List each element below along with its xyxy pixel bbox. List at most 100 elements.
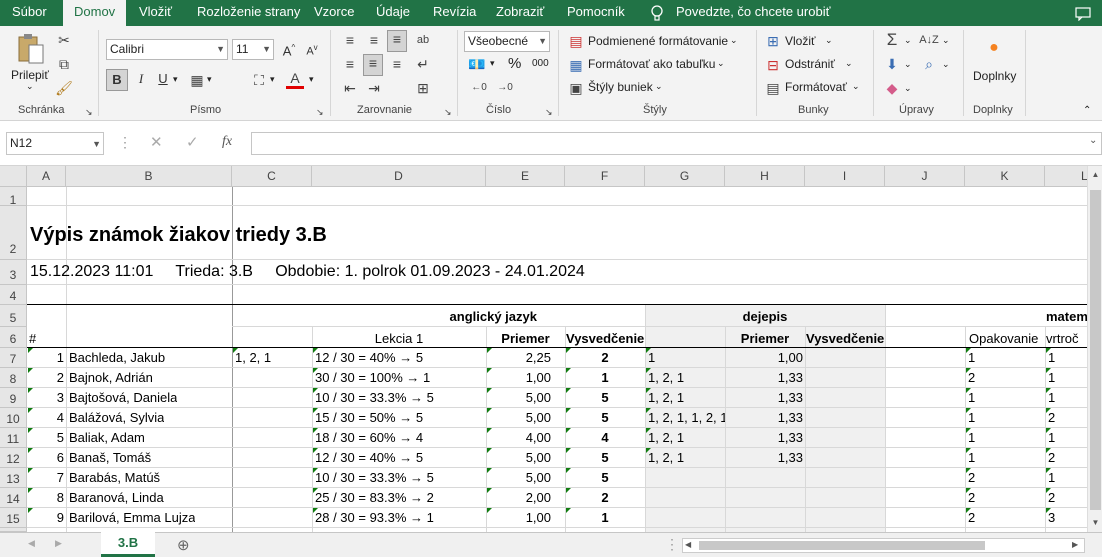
wrap-text-icon[interactable]: ↵ (414, 56, 432, 72)
english-average[interactable]: 1,00 (486, 509, 565, 527)
column-header[interactable]: E (486, 166, 565, 187)
column-header[interactable]: K (965, 166, 1045, 187)
sheet-subtitle[interactable]: 15.12.2023 11:01 Trieda: 3.B Obdobie: 1.… (30, 262, 585, 282)
lesson-score[interactable]: 18 / 30 = 60% → 4 (315, 429, 423, 447)
copy-icon[interactable]: ⧉ (55, 56, 73, 72)
math-repetition[interactable]: 1 (968, 409, 975, 427)
math-repetition[interactable]: 2 (968, 469, 975, 487)
student-name[interactable]: Barabás, Matúš (69, 469, 160, 487)
math-quarter[interactable]: 1 (1048, 429, 1055, 447)
column-header[interactable]: H (725, 166, 805, 187)
fill-chevron-icon[interactable]: ⌄ (904, 59, 912, 70)
cell-styles-icon[interactable]: ▣ (568, 80, 584, 96)
number-header[interactable]: # (29, 330, 36, 348)
delete-cells-icon[interactable]: ⊟ (765, 57, 781, 73)
history-average[interactable]: 1,33 (725, 369, 805, 387)
scroll-up-icon[interactable]: ▲ (1090, 170, 1101, 179)
history-grades[interactable]: 1, 2, 1, 1, 2, 1 (648, 409, 725, 427)
sort-filter-icon[interactable]: A↓Z (919, 32, 939, 48)
lesson-score[interactable]: 25 / 30 = 83.3% → 2 (315, 489, 434, 507)
row-header[interactable]: 5 (0, 305, 27, 327)
math-quarter[interactable]: 1 (1048, 469, 1055, 487)
english-report-grade[interactable]: 5 (565, 409, 645, 427)
repetition-header[interactable]: Opakovanie (969, 330, 1045, 348)
math-quarter[interactable]: 2 (1048, 409, 1055, 427)
history-average[interactable]: 1,33 (725, 389, 805, 407)
column-header[interactable]: I (805, 166, 885, 187)
english-average[interactable]: 5,00 (486, 469, 565, 487)
increase-indent-icon[interactable]: ⇥ (364, 80, 384, 96)
delete-chevron-icon[interactable]: ⌄ (845, 58, 853, 69)
increase-decimal-icon[interactable]: ←0 (468, 80, 490, 96)
enter-check-icon[interactable]: ✓ (186, 133, 199, 151)
lesson-score[interactable]: 30 / 30 = 100% → 1 (315, 369, 430, 387)
row-header[interactable]: 3 (0, 260, 27, 285)
history-grades[interactable]: 1, 2, 1 (648, 389, 725, 407)
sheet-title[interactable]: Výpis známok žiakov triedy 3.B (30, 222, 327, 248)
next-sheet-icon[interactable]: ▶ (55, 538, 62, 549)
student-name[interactable]: Baliak, Adam (69, 429, 145, 447)
math-quarter[interactable]: 2 (1048, 489, 1055, 507)
paste-dropdown-chevron-icon[interactable]: ⌄ (26, 81, 34, 92)
student-number[interactable]: 3 (27, 389, 66, 407)
column-header[interactable]: G (645, 166, 725, 187)
format-cells-button[interactable]: Formátovať (785, 80, 847, 94)
row-header[interactable]: 1 (0, 187, 27, 207)
student-number[interactable]: 7 (27, 469, 66, 487)
english-report-grade[interactable]: 4 (565, 429, 645, 447)
select-all-corner[interactable] (0, 166, 27, 187)
table-chevron-icon[interactable]: ⌄ (717, 58, 725, 69)
number-format-box[interactable]: Všeobecné ▼ (464, 31, 550, 52)
paste-icon[interactable] (14, 32, 48, 68)
math-quarter[interactable]: 1 (1048, 349, 1055, 367)
increase-font-icon[interactable]: A^ (278, 38, 300, 60)
spreadsheet-grid[interactable]: A B C D E F G H I J K L 1 2 3 4 5 6 7 8 … (0, 166, 1102, 532)
history-grades[interactable]: 1, 2, 1 (648, 429, 725, 447)
history-average-header[interactable]: Priemer (725, 330, 805, 348)
font-color-chevron-icon[interactable]: ▾ (309, 74, 314, 85)
tab-file[interactable]: Súbor (12, 0, 47, 26)
row-header[interactable]: 13 (0, 468, 27, 488)
average-header[interactable]: Priemer (486, 330, 565, 348)
percent-button[interactable]: % (508, 55, 521, 72)
math-quarter[interactable]: 1 (1048, 389, 1055, 407)
tab-help[interactable]: Pomocník (567, 0, 625, 26)
math-quarter[interactable]: 1 (1048, 369, 1055, 387)
conditional-formatting-icon[interactable]: ▤ (568, 33, 584, 49)
column-header[interactable]: B (66, 166, 232, 187)
insert-cells-icon[interactable]: ⊞ (765, 33, 781, 49)
math-repetition[interactable]: 1 (968, 449, 975, 467)
vertical-scrollbar[interactable]: ▲ ▼ (1087, 166, 1102, 532)
vertical-scroll-thumb[interactable] (1090, 190, 1101, 510)
tab-home[interactable]: Domov (63, 0, 127, 26)
english-report-grade[interactable]: 2 (565, 489, 645, 507)
orientation-icon[interactable]: ab (414, 32, 432, 48)
english-average[interactable]: 1,00 (486, 369, 565, 387)
tab-review[interactable]: Revízia (433, 0, 476, 26)
row-header[interactable]: 12 (0, 448, 27, 468)
align-left-icon[interactable]: ≡ (340, 56, 360, 72)
borders-icon[interactable]: ▦ (188, 72, 206, 88)
english-grades[interactable]: 1, 2, 1 (235, 349, 271, 367)
format-as-table-icon[interactable]: ▦ (568, 57, 584, 73)
student-number[interactable]: 4 (27, 409, 66, 427)
math-repetition[interactable]: 2 (968, 369, 975, 387)
decrease-font-icon[interactable]: Av (301, 38, 323, 60)
insert-cells-button[interactable]: Vložiť (785, 34, 816, 48)
history-grades[interactable]: 1 (648, 349, 725, 367)
lesson-score[interactable]: 12 / 30 = 40% → 5 (315, 449, 423, 467)
student-number[interactable]: 1 (27, 349, 66, 367)
row-header[interactable]: 9 (0, 388, 27, 408)
tell-me-search[interactable]: Povedzte, čo chcete urobiť (676, 0, 830, 26)
clipboard-launcher-icon[interactable]: ↘ (85, 104, 93, 120)
student-number[interactable]: 6 (27, 449, 66, 467)
row-header[interactable]: 2 (0, 206, 27, 260)
insert-chevron-icon[interactable]: ⌄ (825, 35, 833, 46)
font-size-box[interactable]: 11 ▼ (232, 39, 274, 60)
student-name[interactable]: Bachleda, Jakub (69, 349, 165, 367)
comment-icon[interactable] (1075, 5, 1091, 22)
sort-chevron-icon[interactable]: ⌄ (942, 35, 950, 46)
english-average[interactable]: 2,25 (486, 349, 565, 367)
math-quarter[interactable]: 2 (1048, 449, 1055, 467)
find-select-icon[interactable]: ⌕ (920, 56, 938, 72)
